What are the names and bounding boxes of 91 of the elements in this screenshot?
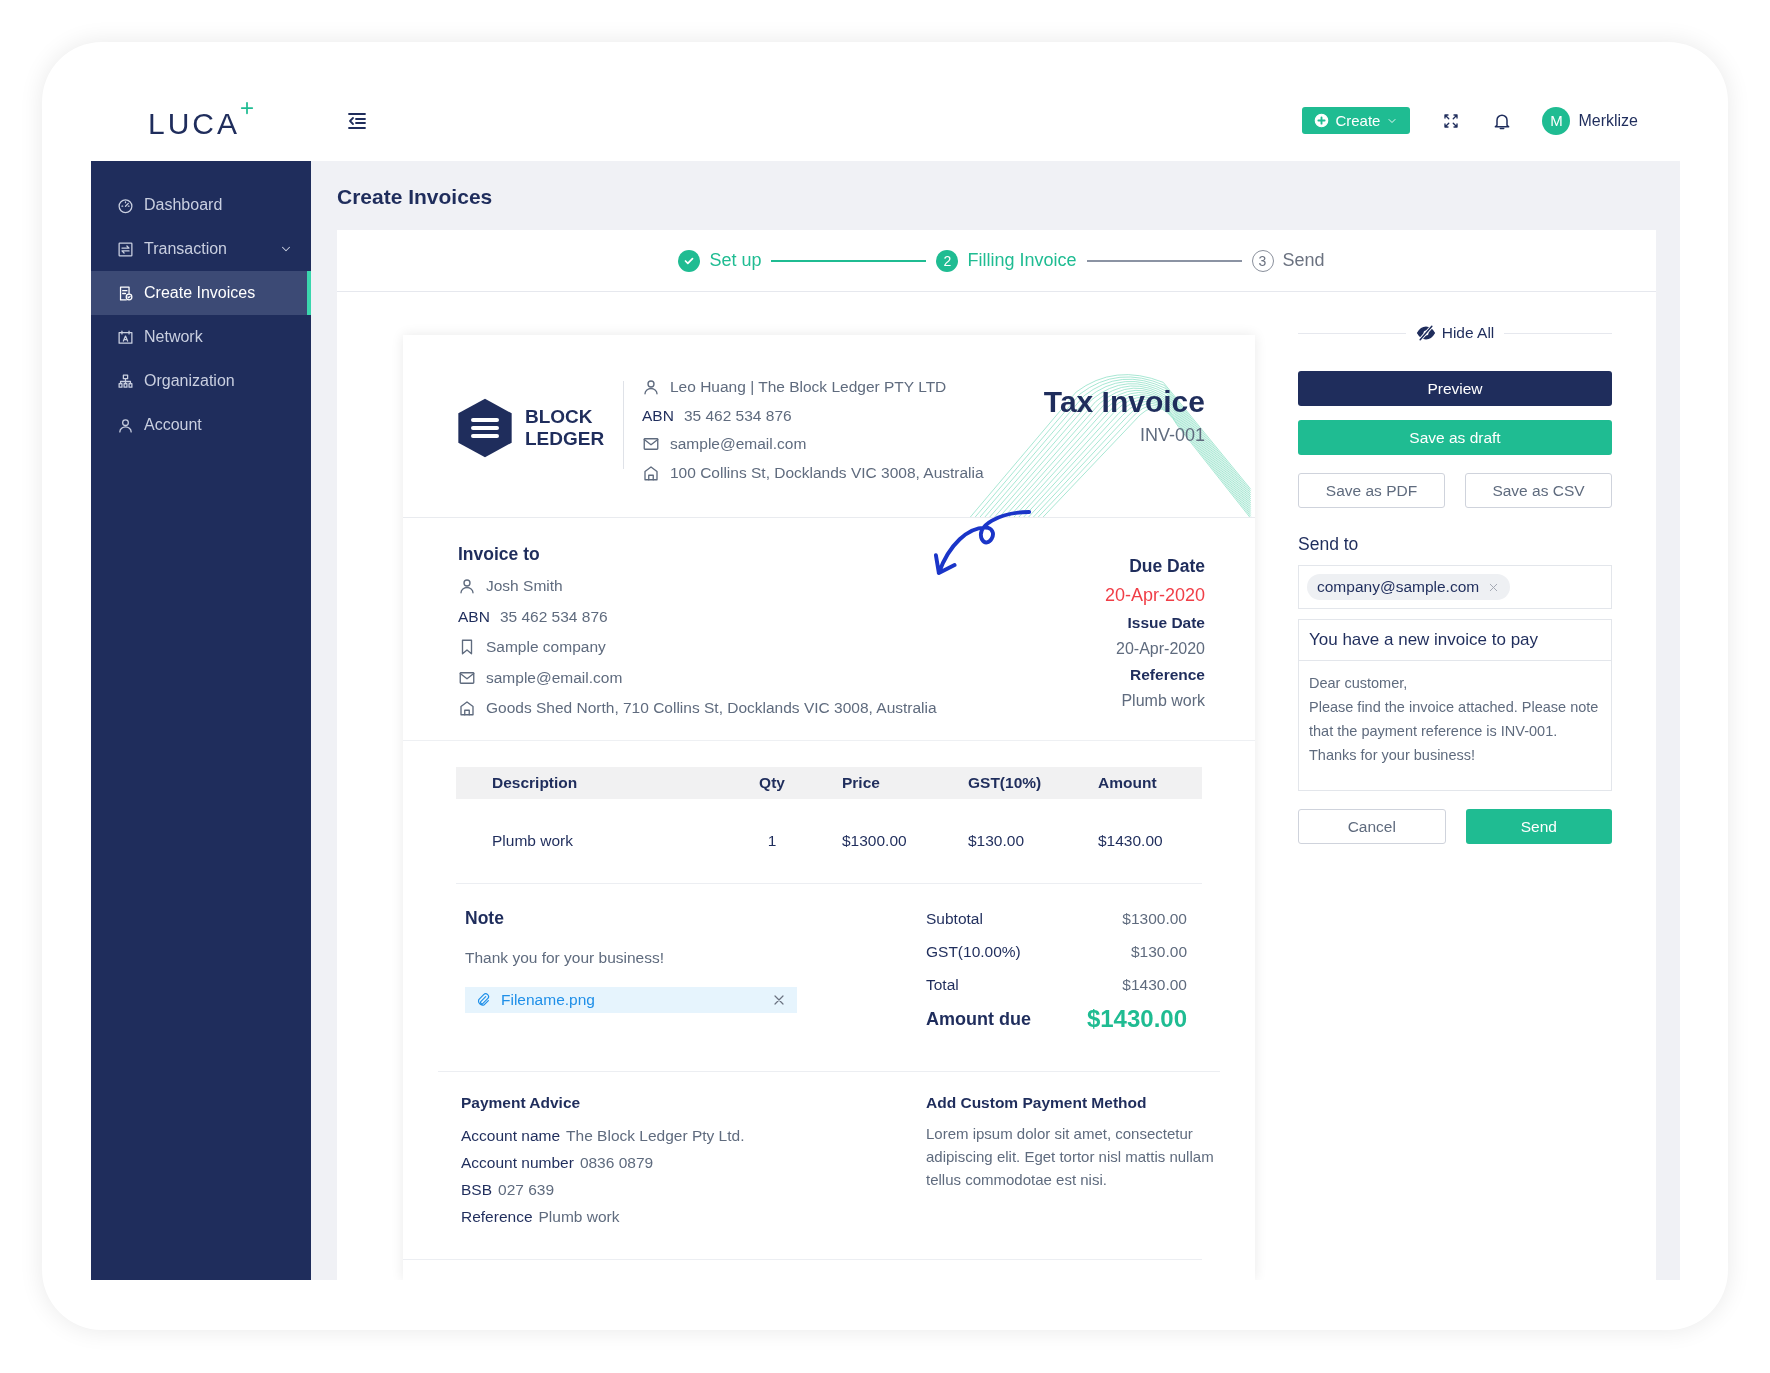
- section-heading: Invoice to: [458, 544, 541, 565]
- sidebar-item[interactable]: Account: [91, 403, 311, 447]
- field-value: The Block Ledger Pty Ltd.: [566, 1127, 745, 1144]
- date-value: 20-Apr-2020: [1104, 585, 1205, 606]
- step-label: Send: [1282, 250, 1325, 271]
- invoice-title: Tax Invoice: [1043, 385, 1205, 419]
- fullscreen-button[interactable]: [1442, 111, 1461, 130]
- action-button[interactable]: Preview: [1298, 371, 1612, 406]
- sidebar-item[interactable]: Network: [91, 315, 311, 359]
- field-label: Account name: [461, 1127, 561, 1144]
- field-label: BSB: [461, 1181, 492, 1198]
- step-number: 2: [936, 249, 959, 272]
- recipient-email: sample@email.com: [486, 668, 623, 687]
- expand-icon: [1442, 111, 1461, 130]
- column-header: Amount: [1097, 774, 1158, 792]
- date-value: 20-Apr-2020: [1115, 640, 1205, 658]
- person-icon: [458, 577, 476, 596]
- column-header: Price: [842, 774, 881, 792]
- transfer-icon: [117, 240, 134, 258]
- abn-label: ABN: [642, 406, 674, 425]
- amount-due-label: Amount due: [926, 1008, 1031, 1030]
- table-cell-text: Plumb work: [492, 832, 574, 850]
- field-value: 027 639: [498, 1181, 555, 1198]
- id-card-icon: [117, 328, 134, 346]
- total-value: $130.00: [1130, 942, 1187, 961]
- action-button[interactable]: Cancel: [1298, 809, 1446, 844]
- sidebar-item[interactable]: Organization: [91, 359, 311, 403]
- table-cell-text: 1: [766, 832, 778, 850]
- recipients-field[interactable]: company@sample.com: [1298, 565, 1612, 609]
- field-value: Plumb work: [538, 1208, 620, 1225]
- sidebar-item[interactable]: Transaction: [91, 227, 311, 271]
- app-logo: LUCA: [148, 106, 240, 141]
- column-header: Description: [492, 774, 579, 792]
- custom-payment-text: Lorem ipsum dolor sit amet, consectetur adipiscing elit. Eget tortor nisl mattis nullam tellus commodotae est nisi.: [926, 1124, 1215, 1190]
- message-body[interactable]: Dear customer, Please find the invoice attached. Please note that the payment reference is INV-001. Thanks for your business!: [1299, 661, 1611, 777]
- home-icon: [458, 699, 476, 718]
- export-button[interactable]: Save as CSV: [1465, 473, 1612, 508]
- recipient-address: Goods Shed North, 710 Collins St, Docklands VIC 3008, Australia: [486, 699, 937, 718]
- step-label: Filling Invoice: [967, 250, 1077, 271]
- hierarchy-icon: [117, 372, 134, 390]
- abn-label: ABN: [458, 607, 490, 626]
- page-title: Create Invoices: [337, 184, 494, 210]
- hide-all-button[interactable]: Hide All: [1415, 323, 1495, 343]
- paperclip-icon: [475, 992, 491, 1008]
- plus-circle-icon: [1314, 113, 1330, 128]
- table-cell-text: $1300.00: [842, 832, 908, 850]
- total-value: $1430.00: [1122, 975, 1187, 994]
- send-to-label: Send to: [1298, 534, 1360, 555]
- recipient-email: company@sample.com: [1317, 578, 1480, 596]
- step-label: Set up: [709, 250, 762, 271]
- eye-off-icon: [1415, 323, 1436, 343]
- date-label: Issue Date: [1126, 614, 1205, 632]
- sender-address: 100 Collins St, Docklands VIC 3008, Australia: [670, 463, 984, 482]
- total-label: Subtotal: [926, 909, 983, 928]
- user-name[interactable]: Merklize: [1578, 111, 1638, 130]
- column-header: GST(10%): [967, 774, 1043, 792]
- section-heading: Payment Advice: [461, 1094, 582, 1112]
- amount-due-value: $1430.00: [1086, 1005, 1187, 1033]
- person-icon: [642, 378, 660, 397]
- note-text: Thank you for your business!: [465, 949, 666, 967]
- plus-icon: [240, 100, 254, 115]
- recipient-name: Josh Smith: [486, 577, 563, 596]
- date-value: Plumb work: [1120, 692, 1205, 710]
- total-label: GST(10.00%): [926, 942, 1021, 961]
- message-box[interactable]: You have a new invoice to pay Dear customer, Please find the invoice attached. Please note that the payment reference is INV-001. Thanks for your business!: [1298, 619, 1612, 791]
- sender-email: sample@email.com: [670, 435, 807, 454]
- note-heading: Note: [465, 908, 505, 929]
- section-heading: Add Custom Payment Method: [926, 1094, 1148, 1112]
- company-logo-text: BLOCK LEDGER: [525, 406, 605, 450]
- gauge-icon: [117, 196, 134, 214]
- sidebar-item[interactable]: Create Invoices: [91, 271, 311, 315]
- message-subject[interactable]: You have a new invoice to pay: [1299, 620, 1611, 661]
- table-cell-text: $1430.00: [1097, 832, 1164, 850]
- total-value: $1300.00: [1122, 909, 1187, 928]
- total-label: Total: [926, 975, 959, 994]
- abn-value: 35 462 534 876: [683, 406, 792, 425]
- document-icon: [117, 284, 134, 302]
- invoice-number: INV-001: [1138, 425, 1205, 446]
- sidebar-item[interactable]: Dashboard: [91, 183, 311, 227]
- table-cell-text: $130.00: [967, 832, 1026, 850]
- export-button[interactable]: Save as PDF: [1298, 473, 1445, 508]
- recipient-company: Sample company: [486, 638, 606, 657]
- field-label: Account number: [461, 1154, 574, 1171]
- field-value: 0836 0879: [579, 1154, 654, 1171]
- date-label: Reference: [1129, 666, 1205, 684]
- column-header: Qty: [758, 774, 786, 792]
- date-label: Due Date: [1128, 556, 1205, 577]
- abn-value: 35 462 534 876: [499, 607, 608, 626]
- sender-name: Leo Huang | The Block Ledger PTY LTD: [670, 378, 947, 397]
- field-label: Reference: [461, 1208, 533, 1225]
- person-icon: [117, 416, 134, 434]
